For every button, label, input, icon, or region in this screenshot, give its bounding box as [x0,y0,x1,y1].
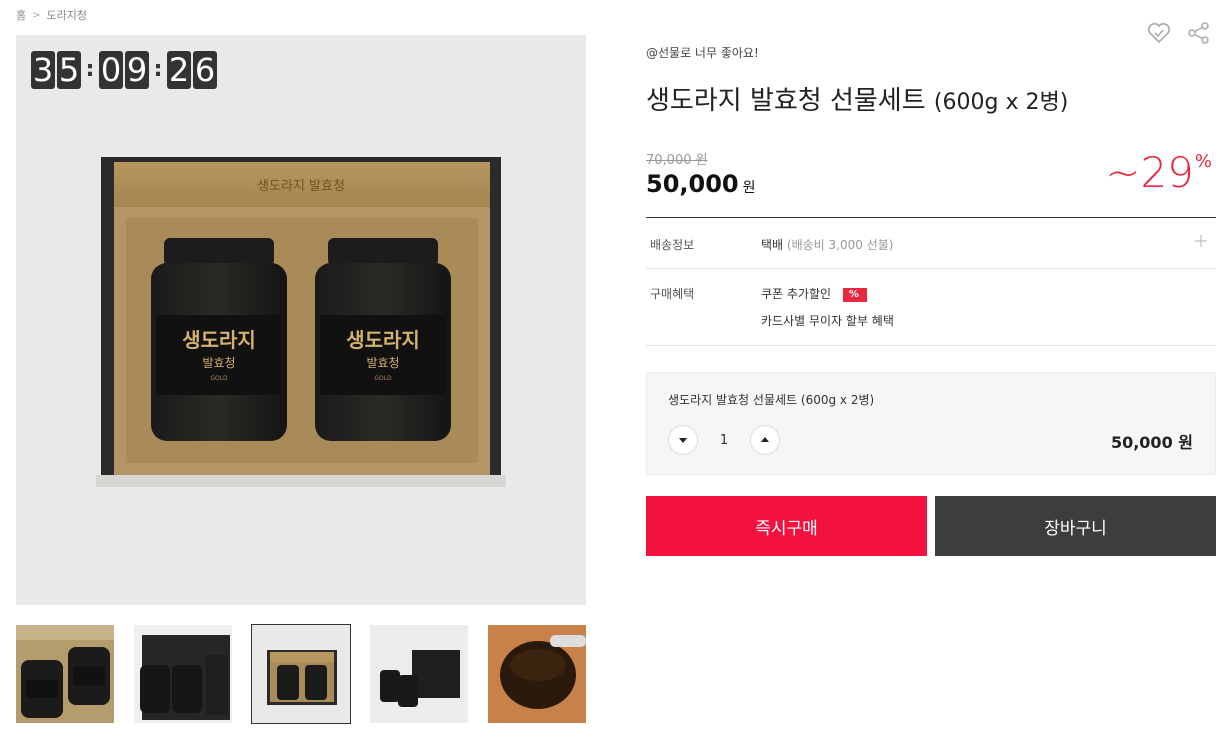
quantity-value[interactable]: 1 [698,433,750,448]
svg-text:발효청: 발효청 [366,356,399,370]
timer-colon: : [153,57,163,82]
timer-colon: : [85,57,95,82]
shipping-method: 택배 [761,238,784,252]
discount-rate: ~ 29 % [1105,150,1212,196]
main-product-image: 생도라지 발효청 생도라지 발효청 GOLD 생도라지 발효청 GOLD 3 5… [16,35,586,605]
discount-value: 29 [1140,148,1194,197]
original-price: 70,000 원 [646,153,708,168]
timer-hour-digit: 5 [57,51,81,89]
breadcrumb-separator: > [32,9,41,21]
coupon-benefit: 쿠폰 추가할인 % [761,285,867,303]
svg-text:GOLD: GOLD [210,375,228,382]
svg-text:생도라지: 생도라지 [346,328,420,352]
shipping-fee-note: (배송비 3,000 선불) [786,238,894,252]
timer-second-digit: 2 [167,51,191,89]
thumbnail-1[interactable] [16,625,114,723]
card-benefit: 카드사별 무이자 할부 혜택 [761,314,894,328]
timer-minute-digit: 9 [125,51,149,89]
shipping-label: 배송정보 [650,238,695,252]
svg-text:생도라지: 생도라지 [182,328,256,352]
shipping-info-row[interactable]: 배송정보 택배 (배송비 3,000 선불) [646,218,1216,268]
share-icon[interactable] [1186,20,1212,46]
breadcrumb-current[interactable]: 도라지청 [47,7,87,23]
sale-price: 50,000 원 [646,170,756,198]
caret-up-icon [761,437,769,442]
product-tagline: @선물로 너무 좋아요! [646,46,759,60]
option-name: 생도라지 발효청 선물세트 (600g x 2병) [668,393,875,407]
discount-prefix: ~ [1105,148,1141,197]
benefit-label: 구매혜택 [650,287,695,301]
quantity-increase-button[interactable] [750,425,780,455]
product-title: 생도라지 발효청 선물세트 (600g x 2병) [646,80,1068,117]
add-to-cart-button[interactable]: 장바구니 [935,496,1216,556]
thumbnail-3-selected[interactable] [251,624,351,724]
coupon-badge[interactable]: % [842,288,867,302]
timer-minute-digit: 0 [99,51,123,89]
product-title-main: 생도라지 발효청 선물세트 [646,86,926,116]
buy-now-button[interactable]: 즉시구매 [646,496,927,556]
row-divider [646,345,1216,346]
plus-icon[interactable] [1194,234,1208,248]
option-total-price: 50,000 원 [1110,433,1193,452]
product-title-suffix: (600g x 2병) [933,90,1069,115]
discount-unit: % [1194,151,1212,172]
caret-down-icon [679,438,687,443]
gift-box-image: 생도라지 발효청 생도라지 발효청 GOLD 생도라지 발효청 GOLD [96,157,506,487]
thumbnail-4[interactable] [370,625,468,723]
timer-hour-digit: 3 [31,51,55,89]
breadcrumb-home[interactable]: 홈 [16,7,26,23]
svg-text:GOLD: GOLD [374,375,392,382]
benefit-info-row: 구매혜택 쿠폰 추가할인 % 카드사별 무이자 할부 혜택 [646,269,1216,345]
countdown-timer: 3 5 : 0 9 : 2 6 [31,51,217,89]
shipping-value: 택배 (배송비 3,000 선불) [761,236,893,253]
svg-text:생도라지 발효청: 생도라지 발효청 [257,179,345,194]
thumbnail-5[interactable] [488,625,586,723]
coupon-text: 쿠폰 추가할인 [761,287,832,301]
selected-option-box: 생도라지 발효청 선물세트 (600g x 2병) 1 50,000 원 [646,372,1216,475]
sale-price-amount: 50,000 [646,170,739,198]
heart-check-icon[interactable] [1146,20,1172,46]
quantity-stepper: 1 [668,425,780,455]
breadcrumb: 홈 > 도라지청 [16,7,87,23]
svg-text:발효청: 발효청 [202,356,235,370]
quantity-decrease-button[interactable] [668,425,698,455]
sale-price-unit: 원 [742,180,756,196]
timer-second-digit: 6 [193,51,217,89]
thumbnail-list [16,624,586,724]
thumbnail-2[interactable] [134,625,232,723]
